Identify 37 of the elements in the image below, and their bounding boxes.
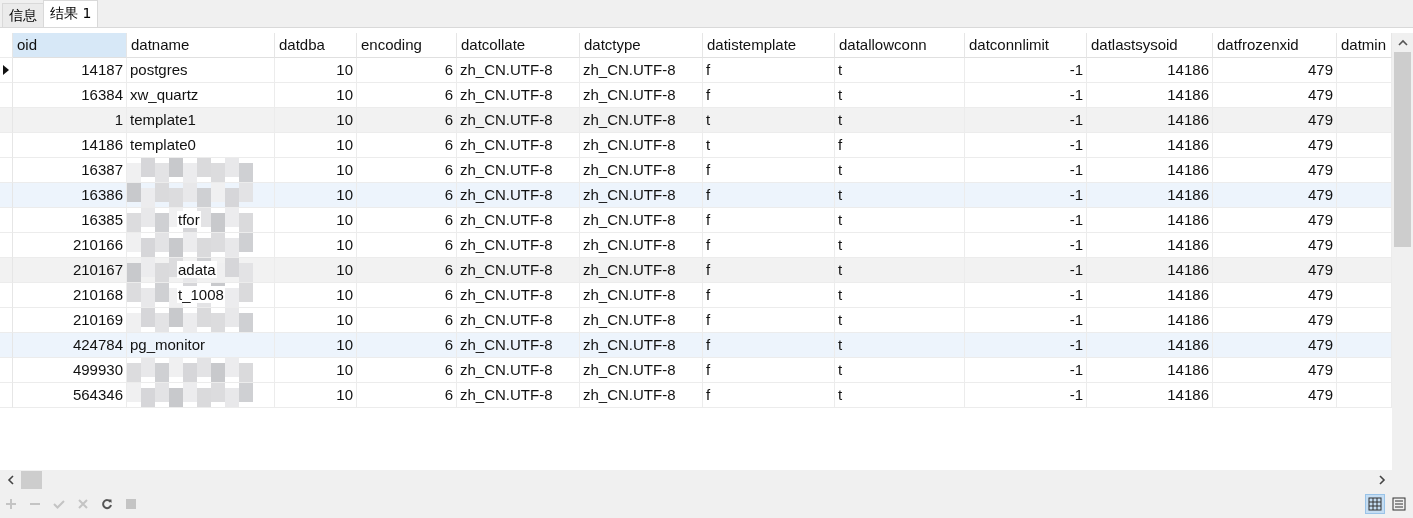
vertical-scrollbar[interactable] xyxy=(1392,33,1413,470)
table-cell: tfor xyxy=(177,211,201,228)
column-header[interactable]: oid xyxy=(13,33,127,58)
result-tab[interactable]: 信息 xyxy=(2,3,44,27)
table-cell: adata xyxy=(177,261,217,278)
grid-view-icon[interactable] xyxy=(1365,494,1385,514)
table-row[interactable]: 210167 adata 10 6 zh_CN.UTF-8 zh_CN.UTF-8 f t -1 14186 479 xyxy=(0,258,1392,283)
table-row[interactable]: 210169 10 6 zh_CN.UTF-8 zh_CN.UTF-8 f t -1 14186 479 xyxy=(0,308,1392,333)
table-cell: 10 xyxy=(275,383,357,408)
table-row[interactable]: 424784 pg_monitor 10 6 zh_CN.UTF-8 zh_CN.UTF-8 f t -1 14186 479 xyxy=(0,333,1392,358)
table-cell: zh_CN.UTF-8 xyxy=(457,383,580,408)
table-cell: 6 xyxy=(357,383,457,408)
table-cell: -1 xyxy=(965,383,1087,408)
table-row[interactable]: 499930 10 6 zh_CN.UTF-8 zh_CN.UTF-8 f t -1 14186 479 xyxy=(0,358,1392,383)
table-row[interactable]: 564346 10 6 zh_CN.UTF-8 zh_CN.UTF-8 f t -1 14186 479 xyxy=(0,383,1392,408)
scrollbar-thumb[interactable] xyxy=(21,471,42,489)
table-row[interactable]: 1 template1 10 6 zh_CN.UTF-8 zh_CN.UTF-8 t t -1 14186 479 xyxy=(0,108,1392,133)
table-row[interactable]: 14187 postgres 10 6 zh_CN.UTF-8 zh_CN.UTF-8 f t -1 14186 479 xyxy=(0,58,1392,83)
table-cell: f xyxy=(703,383,835,408)
table-row[interactable]: 210168 t_1008 10 6 zh_CN.UTF-8 zh_CN.UTF-8 f t -1 14186 479 xyxy=(0,283,1392,308)
table-row[interactable]: 16386 10 6 zh_CN.UTF-8 zh_CN.UTF-8 f t -1 14186 479 xyxy=(0,183,1392,208)
result-tab[interactable]: 结果 1 xyxy=(43,0,99,27)
table-cell: 479 xyxy=(1213,383,1337,408)
table-row[interactable]: 16385 tfor 10 6 zh_CN.UTF-8 zh_CN.UTF-8 f t -1 14186 479 xyxy=(0,208,1392,233)
table-cell: t_1008 xyxy=(177,286,225,303)
refresh-icon[interactable] xyxy=(100,497,114,511)
horizontal-scrollbar[interactable] xyxy=(0,470,1413,490)
table-cell: zh_CN.UTF-8 xyxy=(580,383,703,408)
form-view-icon[interactable] xyxy=(1389,494,1409,514)
current-row-icon xyxy=(3,65,9,75)
table-row[interactable]: 16384 xw_quartz 10 6 zh_CN.UTF-8 zh_CN.UTF-8 f t -1 14186 479 xyxy=(0,83,1392,108)
scrollbar-thumb[interactable] xyxy=(1394,52,1411,247)
table-row[interactable]: 210166 10 6 zh_CN.UTF-8 zh_CN.UTF-8 f t -1 14186 479 xyxy=(0,233,1392,258)
table-cell: 14186 xyxy=(1087,383,1213,408)
table-cell: t xyxy=(835,383,965,408)
table-row[interactable]: 16387 10 6 zh_CN.UTF-8 zh_CN.UTF-8 f t -1 14186 479 xyxy=(0,158,1392,183)
table-row[interactable]: 14186 template0 10 6 zh_CN.UTF-8 zh_CN.UTF-8 t f -1 14186 479 xyxy=(0,133,1392,158)
